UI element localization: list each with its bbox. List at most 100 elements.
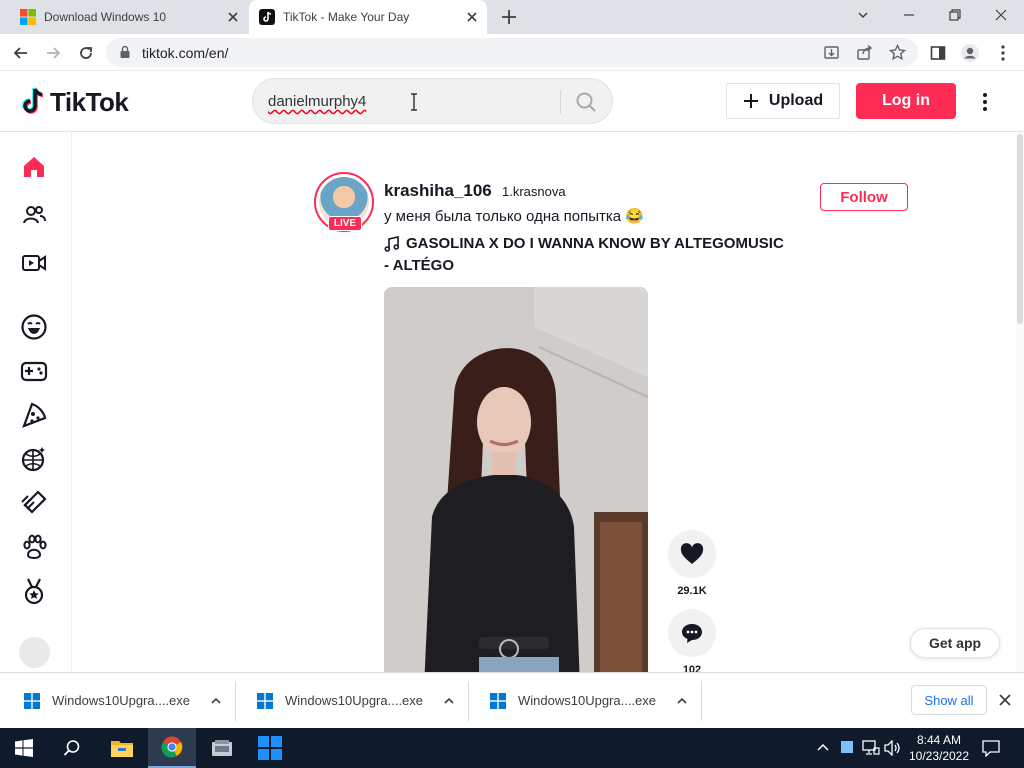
music-link[interactable]: GASOLINA X DO I WANNA KNOW BY ALTEGOMUSI… bbox=[384, 233, 794, 277]
creator-username[interactable]: krashiha_106 bbox=[384, 181, 492, 201]
like-count: 29.1K bbox=[677, 585, 707, 597]
search-icon[interactable] bbox=[575, 91, 597, 113]
chevron-up-icon[interactable] bbox=[210, 695, 222, 707]
scrollbar-thumb[interactable] bbox=[1017, 134, 1023, 324]
more-categories-avatar[interactable] bbox=[19, 637, 50, 668]
search-input[interactable]: danielmurphy4 bbox=[268, 93, 366, 110]
windows-logo-icon bbox=[20, 9, 36, 25]
tab-tiktok[interactable]: TikTok - Make Your Day bbox=[249, 0, 487, 34]
download-filename: Windows10Upgra....exe bbox=[285, 693, 424, 708]
more-options-icon[interactable] bbox=[982, 92, 988, 112]
tiktok-favicon-icon bbox=[259, 9, 275, 25]
download-filename: Windows10Upgra....exe bbox=[52, 693, 191, 708]
dance-icon[interactable] bbox=[18, 443, 50, 475]
browser-toolbar: tiktok.com/en/ bbox=[0, 34, 1024, 71]
like-button[interactable] bbox=[668, 530, 716, 578]
show-hidden-icons-chevron-icon[interactable] bbox=[816, 741, 830, 755]
notifications-icon[interactable] bbox=[982, 739, 1000, 757]
home-icon[interactable] bbox=[18, 151, 50, 183]
browser-menu-icon[interactable] bbox=[990, 40, 1016, 66]
volume-icon[interactable] bbox=[884, 740, 902, 756]
back-button[interactable] bbox=[8, 40, 34, 66]
upload-button[interactable]: Upload bbox=[726, 83, 840, 119]
search-box[interactable]: danielmurphy4 bbox=[252, 78, 613, 124]
gaming-icon[interactable] bbox=[18, 355, 50, 387]
page-scrollbar[interactable] bbox=[1016, 132, 1024, 672]
windows-taskbar: 8:44 AM 10/23/2022 bbox=[0, 728, 1024, 768]
minimize-button[interactable] bbox=[886, 0, 932, 30]
reload-button[interactable] bbox=[73, 40, 99, 66]
system-clock[interactable]: 8:44 AM 10/23/2022 bbox=[906, 732, 972, 764]
chevron-up-icon[interactable] bbox=[443, 695, 455, 707]
sports-medal-icon[interactable] bbox=[18, 575, 50, 607]
comment-button[interactable] bbox=[668, 609, 716, 657]
beauty-comb-icon[interactable] bbox=[18, 487, 50, 519]
tiktok-logo-icon[interactable] bbox=[20, 87, 46, 115]
start-button[interactable] bbox=[0, 728, 48, 768]
file-explorer-icon[interactable] bbox=[98, 728, 146, 768]
chrome-taskbar-icon[interactable] bbox=[148, 728, 196, 768]
live-badge: LIVE bbox=[328, 216, 362, 231]
download-filename: Windows10Upgra....exe bbox=[518, 693, 657, 708]
tab-title: TikTok - Make Your Day bbox=[283, 10, 410, 24]
chevron-up-icon[interactable] bbox=[676, 695, 688, 707]
tab-download-windows[interactable]: Download Windows 10 bbox=[8, 0, 248, 34]
music-note-icon bbox=[384, 236, 400, 252]
share-icon[interactable] bbox=[856, 44, 873, 61]
download-item[interactable]: Windows10Upgra....exe bbox=[237, 681, 469, 721]
windows-installer-icon bbox=[257, 693, 273, 709]
windows-installer-icon bbox=[490, 693, 506, 709]
follow-button[interactable]: Follow bbox=[820, 183, 908, 211]
show-all-downloads-button[interactable]: Show all bbox=[911, 685, 987, 715]
windows-installer-icon bbox=[24, 693, 40, 709]
get-app-button[interactable]: Get app bbox=[910, 628, 1000, 658]
search-divider bbox=[560, 90, 561, 114]
restore-button[interactable] bbox=[932, 0, 978, 30]
download-item[interactable]: Windows10Upgra....exe bbox=[4, 681, 236, 721]
browser-tab-strip: Download Windows 10 TikTok - Make Your D… bbox=[0, 0, 1024, 34]
network-icon[interactable] bbox=[862, 740, 880, 756]
url-text[interactable]: tiktok.com/en/ bbox=[142, 45, 228, 61]
windows-setup-icon[interactable] bbox=[246, 728, 294, 768]
close-tab-icon[interactable] bbox=[226, 10, 240, 24]
text-cursor-icon bbox=[410, 93, 418, 111]
plus-icon bbox=[743, 93, 759, 109]
tray-app-icon[interactable] bbox=[840, 740, 854, 754]
music-title-line1: GASOLINA X DO I WANNA KNOW BY ALTEGOMUSI… bbox=[406, 235, 784, 252]
video-player[interactable] bbox=[384, 287, 648, 672]
comedy-icon[interactable] bbox=[18, 311, 50, 343]
taskbar-search-icon[interactable] bbox=[48, 728, 96, 768]
comment-count: 102 bbox=[682, 664, 702, 672]
close-window-button[interactable] bbox=[978, 0, 1024, 30]
address-bar[interactable]: tiktok.com/en/ bbox=[106, 38, 918, 67]
heart-icon bbox=[680, 543, 704, 565]
animals-paw-icon[interactable] bbox=[18, 531, 50, 563]
food-icon[interactable] bbox=[18, 399, 50, 431]
lock-icon[interactable] bbox=[118, 45, 132, 59]
close-downloads-icon[interactable] bbox=[998, 693, 1012, 707]
tab-search-button[interactable] bbox=[840, 0, 886, 30]
tiktok-header: TikTok danielmurphy4 Upload Log in bbox=[0, 71, 1024, 132]
close-tab-icon[interactable] bbox=[465, 10, 479, 24]
tiktok-logo-text[interactable]: TikTok bbox=[50, 87, 129, 118]
upload-label: Upload bbox=[768, 92, 824, 109]
downloads-bar: Windows10Upgra....exe Windows10Upgra....… bbox=[0, 672, 1024, 728]
bookmark-star-icon[interactable] bbox=[889, 44, 906, 61]
music-title-line2: - ALTÉGO bbox=[384, 257, 454, 274]
new-tab-button[interactable] bbox=[498, 6, 520, 28]
video-feed: LIVE krashiha_106 1.krasnova у меня была… bbox=[72, 132, 1016, 672]
side-panel-button[interactable] bbox=[925, 40, 951, 66]
comment-icon bbox=[680, 622, 704, 644]
login-button[interactable]: Log in bbox=[856, 83, 956, 119]
live-video-icon[interactable] bbox=[18, 247, 50, 279]
clock-date: 10/23/2022 bbox=[908, 749, 970, 763]
forward-button[interactable] bbox=[40, 40, 66, 66]
install-app-icon[interactable] bbox=[823, 44, 840, 61]
sidebar bbox=[0, 132, 72, 672]
creator-nickname[interactable]: 1.krasnova bbox=[502, 184, 566, 199]
video-frame-image bbox=[384, 287, 648, 672]
profile-avatar-icon[interactable] bbox=[957, 40, 983, 66]
download-item[interactable]: Windows10Upgra....exe bbox=[470, 681, 702, 721]
following-icon[interactable] bbox=[18, 199, 50, 231]
network-app-icon[interactable] bbox=[198, 728, 246, 768]
